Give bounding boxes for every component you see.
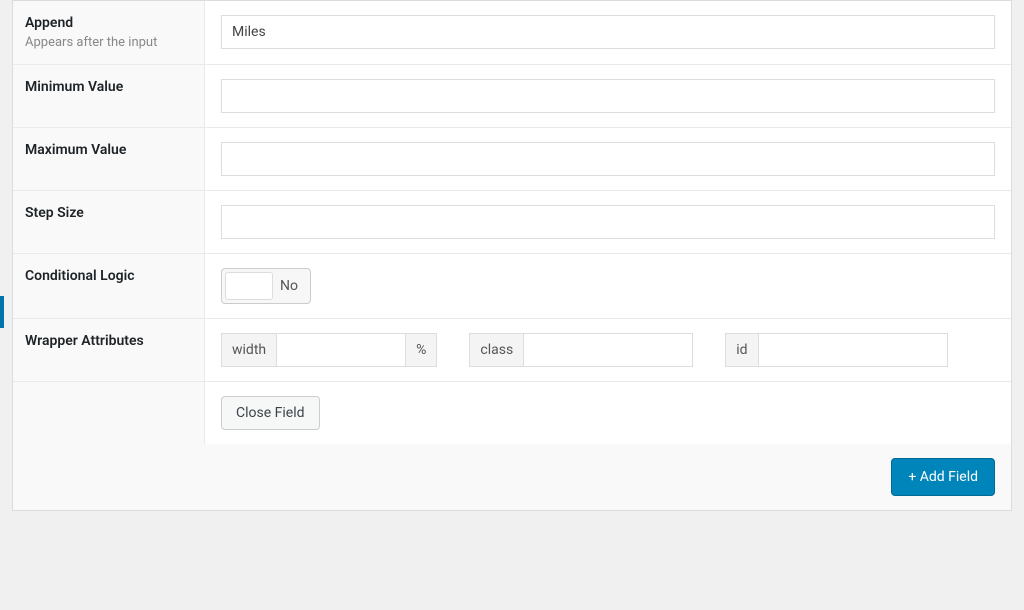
row-wrapper-attributes: Wrapper Attributes width % class id <box>13 319 1011 382</box>
input-cell: Close Field <box>205 382 1011 444</box>
label-cell: Append Appears after the input <box>13 1 205 64</box>
label-cell: Minimum Value <box>13 65 205 127</box>
class-group: class <box>469 333 693 367</box>
wrapper-attributes-group: width % class id <box>221 333 995 367</box>
input-cell <box>205 65 1011 127</box>
field-settings-panel: Append Appears after the input Minimum V… <box>12 0 1012 511</box>
side-indicator <box>0 296 4 328</box>
label-title: Minimum Value <box>25 79 192 95</box>
width-suffix: % <box>406 333 437 367</box>
toggle-label: No <box>276 278 310 294</box>
toggle-switch-icon <box>225 272 273 300</box>
input-cell <box>205 1 1011 64</box>
label-cell: Conditional Logic <box>13 254 205 318</box>
append-input[interactable] <box>221 15 995 49</box>
class-input[interactable] <box>523 333 693 367</box>
width-input[interactable] <box>276 333 406 367</box>
label-cell-empty <box>13 382 205 444</box>
label-cell: Step Size <box>13 191 205 253</box>
label-title: Step Size <box>25 205 192 221</box>
class-prefix: class <box>469 333 523 367</box>
label-desc: Appears after the input <box>25 35 192 50</box>
id-prefix: id <box>725 333 757 367</box>
width-group: width % <box>221 333 437 367</box>
row-maximum-value: Maximum Value <box>13 128 1011 191</box>
step-size-input[interactable] <box>221 205 995 239</box>
conditional-logic-toggle[interactable]: No <box>221 268 311 304</box>
id-input[interactable] <box>758 333 948 367</box>
input-cell: No <box>205 254 1011 318</box>
row-minimum-value: Minimum Value <box>13 65 1011 128</box>
label-title: Conditional Logic <box>25 268 192 284</box>
input-cell <box>205 191 1011 253</box>
row-conditional-logic: Conditional Logic No <box>13 254 1011 319</box>
label-cell: Maximum Value <box>13 128 205 190</box>
row-step-size: Step Size <box>13 191 1011 254</box>
row-close: Close Field <box>13 382 1011 444</box>
panel-footer: + Add Field <box>13 444 1011 510</box>
input-cell: width % class id <box>205 319 1011 381</box>
add-field-button[interactable]: + Add Field <box>891 458 995 496</box>
label-title: Append <box>25 15 192 31</box>
label-title: Maximum Value <box>25 142 192 158</box>
label-cell: Wrapper Attributes <box>13 319 205 381</box>
close-field-button[interactable]: Close Field <box>221 396 320 430</box>
id-group: id <box>725 333 947 367</box>
input-cell <box>205 128 1011 190</box>
maximum-value-input[interactable] <box>221 142 995 176</box>
label-title: Wrapper Attributes <box>25 333 192 349</box>
row-append: Append Appears after the input <box>13 1 1011 65</box>
minimum-value-input[interactable] <box>221 79 995 113</box>
width-prefix: width <box>221 333 276 367</box>
